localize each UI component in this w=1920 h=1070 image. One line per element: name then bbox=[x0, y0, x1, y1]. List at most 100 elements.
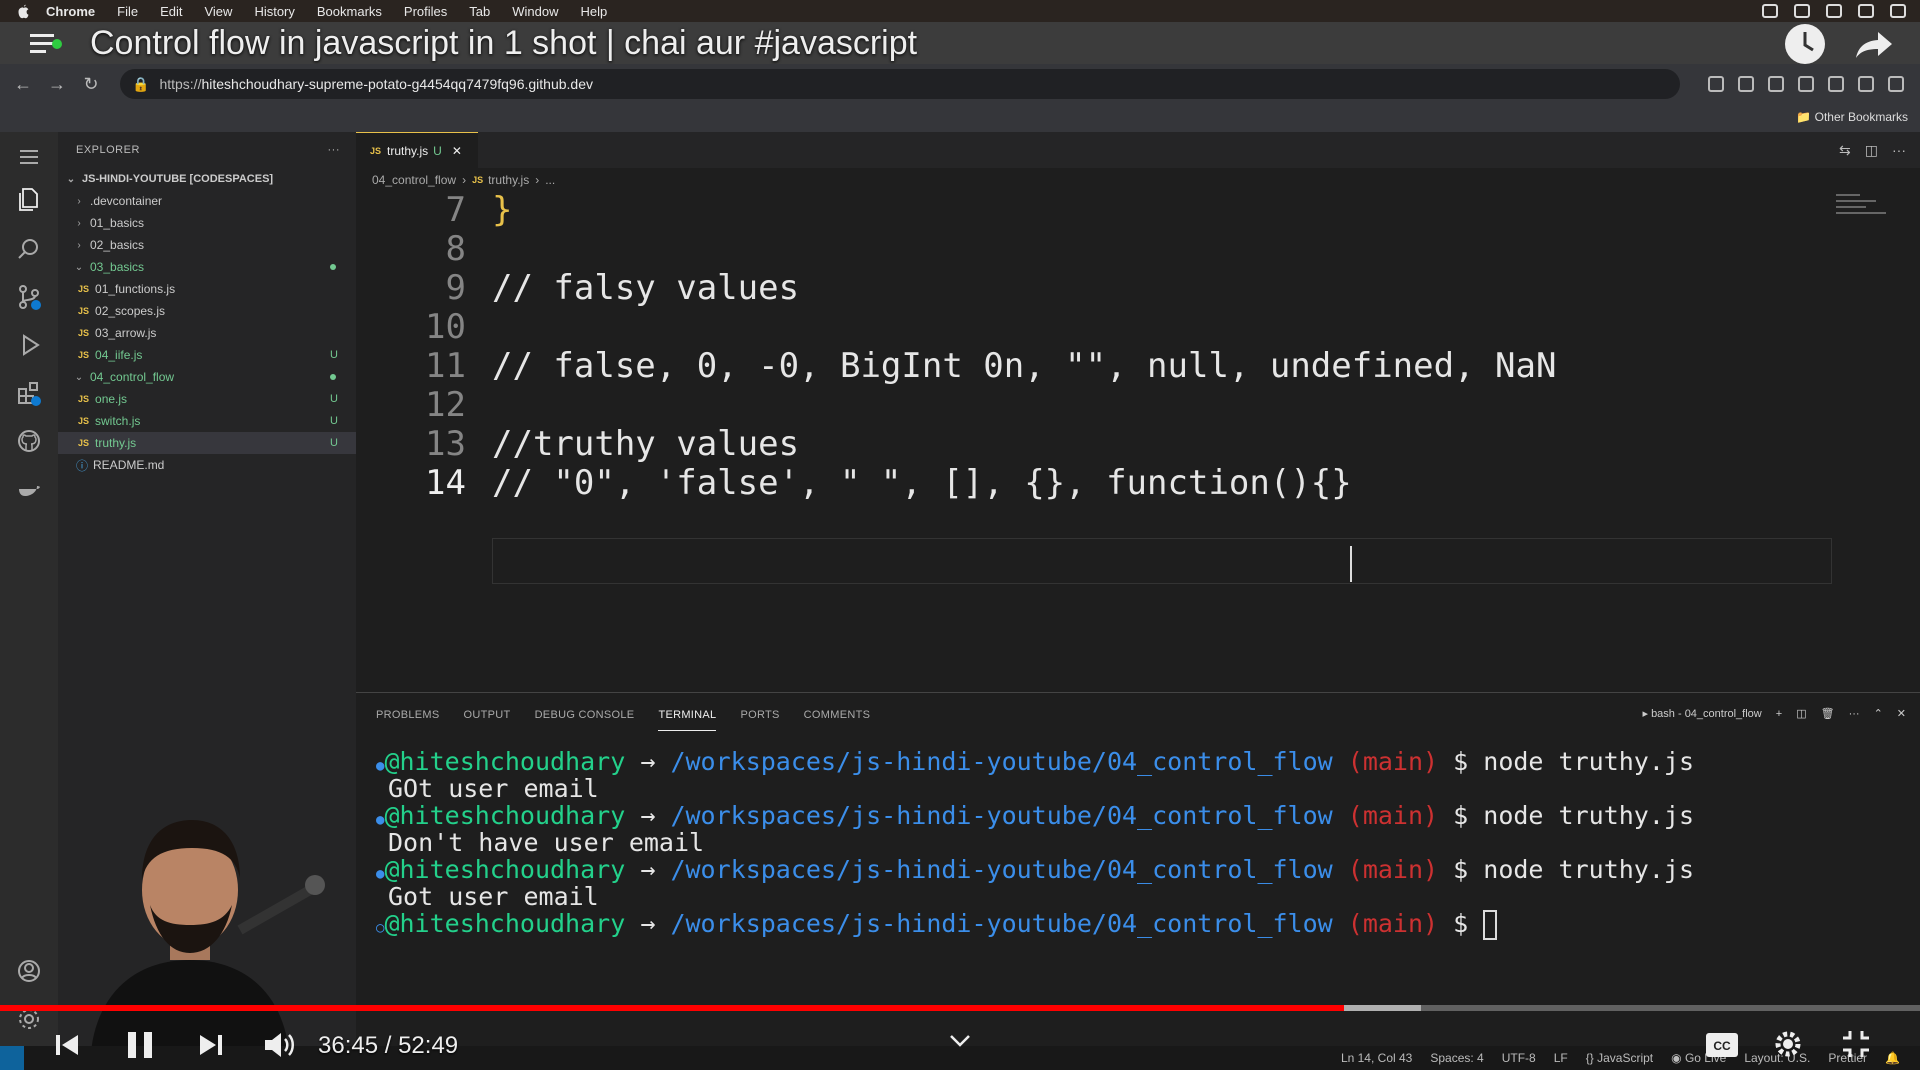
menu-tab[interactable]: Tab bbox=[469, 4, 490, 19]
docker-icon[interactable] bbox=[16, 476, 42, 502]
js-file-icon: JS bbox=[78, 394, 90, 404]
breadcrumb-folder[interactable]: 04_control_flow bbox=[372, 173, 456, 187]
pause-icon[interactable] bbox=[124, 1028, 156, 1062]
new-terminal-icon[interactable]: + bbox=[1776, 708, 1782, 720]
next-icon[interactable] bbox=[196, 1030, 226, 1060]
file-item[interactable]: JS 01_functions.js bbox=[58, 278, 356, 300]
video-title[interactable]: Control flow in javascript in 1 shot | c… bbox=[90, 24, 917, 63]
settings-icon[interactable] bbox=[1772, 1028, 1804, 1060]
captions-icon[interactable]: CC bbox=[1705, 1032, 1739, 1058]
screen-icon[interactable] bbox=[1794, 4, 1810, 18]
code-line[interactable]: 14 // "0", 'false', " ", [], {}, function… bbox=[356, 459, 1352, 507]
git-branch: (main) bbox=[1347, 855, 1439, 884]
account-icon[interactable] bbox=[16, 958, 42, 984]
previous-icon[interactable] bbox=[52, 1030, 82, 1060]
js-file-icon: JS bbox=[78, 306, 90, 316]
menu-edit[interactable]: Edit bbox=[160, 4, 182, 19]
tab-output[interactable]: OUTPUT bbox=[464, 709, 511, 721]
breadcrumb-symbol[interactable]: ... bbox=[545, 173, 555, 187]
chrome-menu-icon[interactable] bbox=[1888, 76, 1904, 92]
tab-comments[interactable]: COMMENTS bbox=[804, 709, 871, 721]
control-center-icon[interactable] bbox=[1890, 4, 1906, 18]
run-debug-icon[interactable] bbox=[16, 332, 42, 358]
file-item[interactable]: JS one.js U bbox=[58, 388, 356, 410]
tab-problems[interactable]: PROBLEMS bbox=[376, 709, 440, 721]
other-bookmarks[interactable]: 📁 Other Bookmarks bbox=[1796, 110, 1908, 124]
bookmark-star-icon[interactable] bbox=[1768, 76, 1784, 92]
breadcrumb-file[interactable]: truthy.js bbox=[488, 173, 529, 187]
back-icon[interactable]: ← bbox=[12, 73, 34, 95]
folder-item[interactable]: ⌄ 04_control_flow bbox=[58, 366, 356, 388]
apple-icon[interactable] bbox=[14, 2, 32, 20]
menu-file[interactable]: File bbox=[117, 4, 138, 19]
file-item[interactable]: JS switch.js U bbox=[58, 410, 356, 432]
kill-terminal-icon[interactable]: 🗑 bbox=[1821, 707, 1835, 720]
folder-item[interactable]: ⌄ 03_basics bbox=[58, 256, 356, 278]
watch-later-icon[interactable] bbox=[1785, 24, 1825, 64]
tab-debug-console[interactable]: DEBUG CONSOLE bbox=[535, 709, 635, 721]
video-progress-bar[interactable] bbox=[0, 1005, 1344, 1011]
folder-item[interactable]: › 02_basics bbox=[58, 234, 356, 256]
tab-ports[interactable]: PORTS bbox=[740, 709, 779, 721]
tree-item-label: 02_scopes.js bbox=[95, 304, 166, 318]
menu-window[interactable]: Window bbox=[512, 4, 558, 19]
tree-item-label: README.md bbox=[93, 458, 165, 472]
close-panel-icon[interactable]: ✕ bbox=[1897, 707, 1906, 720]
share-page-icon[interactable] bbox=[1738, 76, 1754, 92]
menu-history[interactable]: History bbox=[254, 4, 294, 19]
duration: 52:49 bbox=[398, 1032, 459, 1059]
terminal-actions: ▸ bash - 04_control_flow + ◫ 🗑 ··· ⌃ ✕ bbox=[1642, 707, 1906, 721]
folder-item[interactable]: › 01_basics bbox=[58, 212, 356, 234]
menu-bookmarks[interactable]: Bookmarks bbox=[317, 4, 382, 19]
playlist-menu-icon[interactable] bbox=[28, 30, 62, 58]
recording-icon[interactable] bbox=[1762, 4, 1778, 18]
reload-icon[interactable]: ↻ bbox=[80, 73, 102, 95]
workspace-root[interactable]: ⌄ JS-HINDI-YOUTUBE [CODESPACES] bbox=[58, 168, 356, 190]
share-icon[interactable] bbox=[1852, 28, 1896, 60]
tab-truthy-js[interactable]: JS truthy.js U ✕ bbox=[356, 132, 478, 168]
terminal-instance[interactable]: ▸ bash - 04_control_flow bbox=[1642, 707, 1761, 720]
prompt-symbol: $ bbox=[1453, 909, 1469, 938]
menu-view[interactable]: View bbox=[204, 4, 232, 19]
extensions-icon[interactable] bbox=[16, 380, 42, 406]
extensions-icon[interactable] bbox=[1798, 76, 1814, 92]
menu-help[interactable]: Help bbox=[581, 4, 608, 19]
source-control-icon[interactable] bbox=[16, 284, 42, 310]
file-item[interactable]: JS 04_iife.js U bbox=[58, 344, 356, 366]
install-app-icon[interactable] bbox=[1708, 76, 1724, 92]
more-actions-icon[interactable]: ··· bbox=[328, 144, 341, 156]
battery-icon[interactable] bbox=[1858, 4, 1874, 18]
maximize-panel-icon[interactable]: ⌃ bbox=[1874, 707, 1883, 720]
menu-chrome[interactable]: Chrome bbox=[46, 4, 95, 19]
forward-icon[interactable]: → bbox=[46, 73, 68, 95]
file-item[interactable]: ⓘ README.md bbox=[58, 454, 356, 476]
profile-avatar-icon[interactable] bbox=[1858, 76, 1874, 92]
tree-item-label: 03_basics bbox=[90, 260, 145, 274]
editor-more-icon[interactable]: ··· bbox=[1892, 142, 1906, 159]
file-item[interactable]: JS 02_scopes.js bbox=[58, 300, 356, 322]
explorer-files-icon[interactable] bbox=[16, 186, 42, 212]
menu-icon[interactable] bbox=[16, 144, 42, 170]
side-panel-icon[interactable] bbox=[1828, 76, 1844, 92]
minimap[interactable] bbox=[1836, 192, 1906, 222]
folder-item[interactable]: › .devcontainer bbox=[58, 190, 356, 212]
compare-changes-icon[interactable]: ⇆ bbox=[1839, 142, 1851, 159]
code-editor[interactable]: 7} 8 9// falsy values 10 11// false, 0, -0, … bbox=[356, 190, 1920, 692]
tree-item-label: 04_control_flow bbox=[90, 370, 175, 384]
split-terminal-icon[interactable]: ◫ bbox=[1796, 707, 1806, 720]
search-icon[interactable] bbox=[16, 236, 42, 262]
line-number: 14 bbox=[425, 463, 466, 503]
fullscreen-exit-icon[interactable] bbox=[1840, 1028, 1872, 1060]
chevron-down-icon[interactable] bbox=[945, 1032, 975, 1050]
github-icon[interactable] bbox=[16, 428, 42, 454]
volume-icon[interactable] bbox=[262, 1030, 296, 1060]
file-item[interactable]: JS 03_arrow.js bbox=[58, 322, 356, 344]
panel-more-icon[interactable]: ··· bbox=[1849, 708, 1860, 720]
address-bar[interactable]: 🔒 https:// hiteshchoudhary-supreme-potat… bbox=[120, 69, 1680, 99]
close-tab-icon[interactable]: ✕ bbox=[452, 144, 462, 158]
tab-terminal[interactable]: TERMINAL bbox=[658, 709, 717, 731]
menu-profiles[interactable]: Profiles bbox=[404, 4, 447, 19]
split-editor-icon[interactable]: ◫ bbox=[1865, 142, 1878, 159]
wifi-icon[interactable] bbox=[1826, 4, 1842, 18]
file-item[interactable]: JS truthy.js U bbox=[58, 432, 356, 454]
